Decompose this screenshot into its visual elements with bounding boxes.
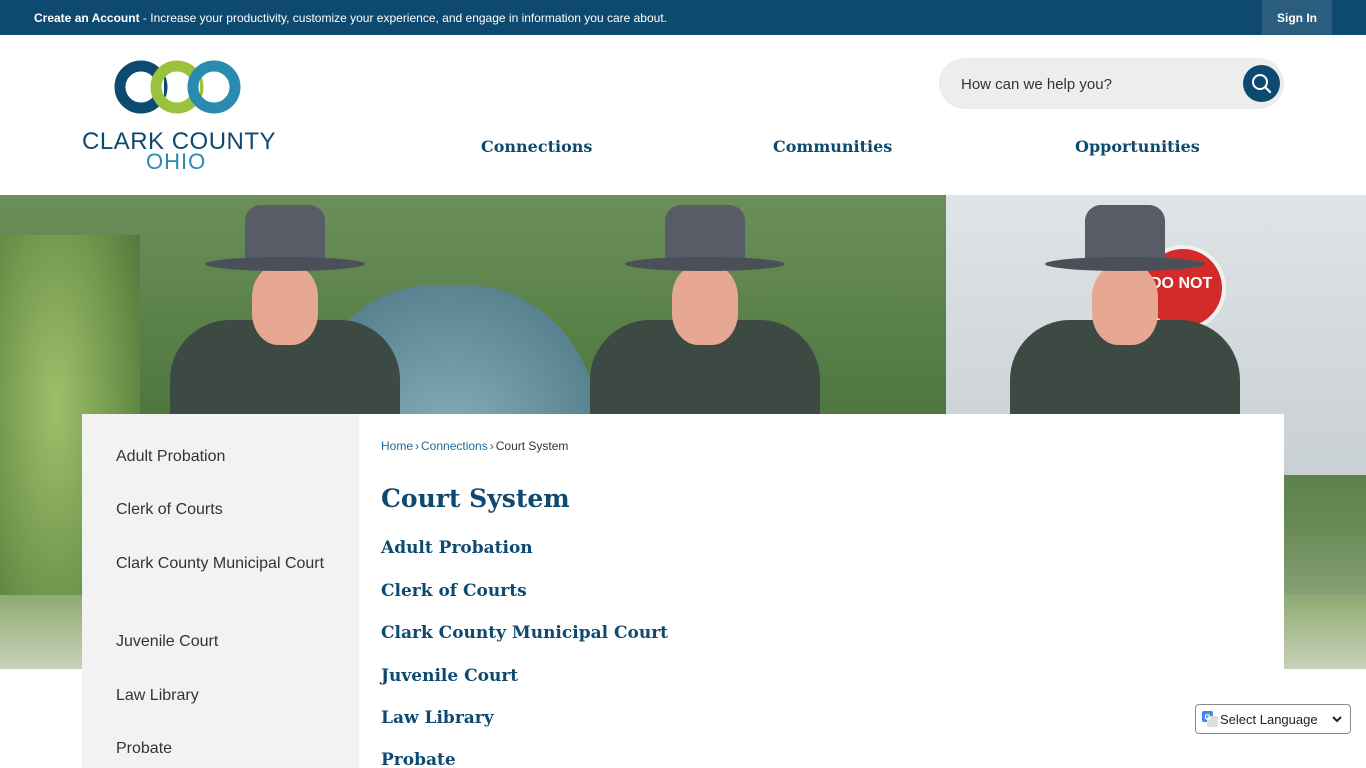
sidebar-item-law-library[interactable]: Law Library — [116, 683, 326, 708]
sidebar-item-municipal-court[interactable]: Clark County Municipal Court — [116, 551, 326, 576]
logo-text-state: OHIO — [146, 149, 207, 174]
create-account-banner[interactable]: Create an Account - Increase your produc… — [34, 11, 667, 25]
officer-figure — [570, 195, 820, 435]
sidebar-item-probate[interactable]: Probate — [116, 736, 326, 761]
sidebar-item-juvenile-court[interactable]: Juvenile Court — [116, 629, 326, 654]
link-clerk-of-courts[interactable]: Clerk of Courts — [381, 581, 527, 601]
breadcrumb-current: Court System — [495, 439, 569, 453]
clark-county-logo[interactable]: CLARK COUNTY OHIO — [82, 60, 282, 175]
sidebar-item-clerk-of-courts[interactable]: Clerk of Courts — [116, 497, 326, 522]
sign-in-button[interactable]: Sign In — [1262, 0, 1332, 35]
nav-communities[interactable]: Communities — [773, 137, 892, 156]
main-content: Home › Connections › Court System Court Syst… — [359, 414, 1284, 768]
create-account-message: - Increase your productivity, customize … — [139, 11, 667, 25]
cco-logo-icon — [114, 60, 241, 114]
top-bar: Create an Account - Increase your produc… — [0, 0, 1366, 35]
breadcrumb-home[interactable]: Home — [381, 439, 413, 453]
link-municipal-court[interactable]: Clark County Municipal Court — [381, 623, 668, 643]
sidebar-item-adult-probation[interactable]: Adult Probation — [116, 444, 326, 469]
officer-figure — [990, 195, 1240, 435]
search-box — [939, 58, 1284, 109]
nav-opportunities[interactable]: Opportunities — [1075, 137, 1200, 156]
nav-connections[interactable]: Connections — [481, 137, 592, 156]
breadcrumb-separator: › — [415, 439, 420, 453]
site-header: CLARK COUNTY OHIO Connections Communitie… — [0, 35, 1366, 195]
sidebar-nav: Adult Probation Clerk of Courts Clark Co… — [82, 414, 359, 768]
breadcrumb: Home › Connections › Court System — [381, 439, 568, 453]
language-select-label: Select Language — [1220, 712, 1318, 727]
search-button[interactable] — [1243, 65, 1280, 102]
create-account-link[interactable]: Create an Account — [34, 11, 140, 25]
link-adult-probation[interactable]: Adult Probation — [381, 538, 533, 558]
language-select[interactable]: G Select Language — [1195, 704, 1351, 734]
link-juvenile-court[interactable]: Juvenile Court — [381, 666, 518, 686]
page-title: Court System — [381, 484, 570, 513]
link-law-library[interactable]: Law Library — [381, 708, 494, 728]
breadcrumb-connections[interactable]: Connections — [421, 439, 488, 453]
google-translate-icon: G — [1202, 711, 1218, 727]
chevron-down-icon — [1332, 716, 1342, 723]
svg-text:G: G — [1205, 713, 1211, 722]
breadcrumb-separator: › — [489, 439, 494, 453]
officer-figure — [150, 195, 400, 435]
search-icon — [1252, 74, 1272, 94]
search-input[interactable] — [961, 73, 1231, 95]
link-probate[interactable]: Probate — [381, 750, 456, 768]
